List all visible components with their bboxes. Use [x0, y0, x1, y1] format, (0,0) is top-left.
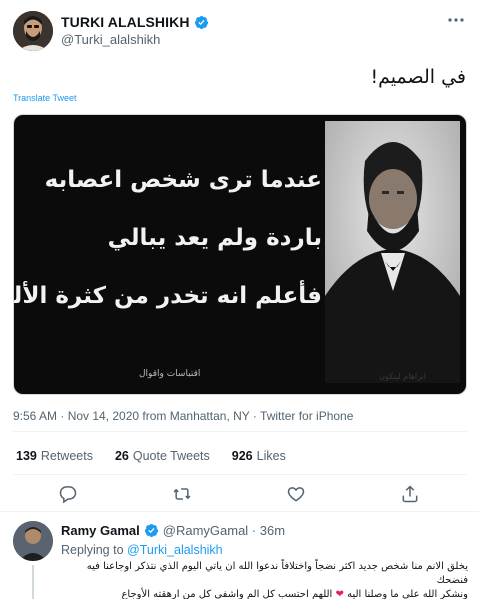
tweet-stats: 139 Retweets 26 Quote Tweets 926 Likes: [16, 449, 286, 463]
reply-text-line: يخلق الانم منا شخص جديد اكثر نضجاً واختل…: [86, 561, 468, 586]
retweet-icon[interactable]: [172, 484, 192, 504]
replying-prefix: Replying to: [61, 543, 124, 557]
divider: [0, 511, 479, 512]
author-avatar[interactable]: [13, 11, 53, 51]
likes-count: 926: [231, 449, 253, 463]
more-icon[interactable]: [446, 10, 466, 30]
image-quote-line: فأعلم انه تخدر من كثرة الألم: [13, 283, 322, 309]
reply-text-line: ونشكر الله علي ما وصلنا اليه ❤ اللهم احت…: [61, 588, 468, 599]
reply-author-name[interactable]: Ramy Gamal: [61, 523, 140, 538]
retweets-count: 139: [16, 449, 37, 463]
tweet-image[interactable]: عندما ترى شخص اعصابه باردة ولم يعد يبالي…: [13, 114, 467, 395]
image-caption-right: ابراهام لينكون: [379, 372, 426, 381]
reply-header: Ramy Gamal @RamyGamal · 36m: [61, 523, 285, 538]
lincoln-portrait: [325, 121, 460, 383]
image-caption-left: اقتباسات واقوال: [139, 369, 201, 379]
quotes-stat[interactable]: 26 Quote Tweets: [115, 449, 210, 463]
retweets-stat[interactable]: 139 Retweets: [16, 449, 93, 463]
quotes-count: 26: [114, 449, 129, 463]
retweets-label: Retweets: [40, 449, 93, 463]
image-quote-line: باردة ولم يعد يبالي: [107, 225, 322, 251]
like-icon[interactable]: [286, 484, 306, 504]
thread-line: [32, 565, 34, 599]
image-quote-line: عندما ترى شخص اعصابه: [44, 167, 322, 193]
likes-stat[interactable]: 926 Likes: [232, 449, 286, 463]
image-quote-text: عندما ترى شخص اعصابه باردة ولم يعد يبالي…: [13, 151, 322, 325]
quotes-label: Quote Tweets: [132, 449, 210, 463]
author-name[interactable]: TURKI ALALSHIKH: [61, 14, 209, 30]
divider: [13, 431, 467, 432]
reply-avatar[interactable]: [13, 521, 53, 561]
replying-to: Replying to @Turki_alalshikh: [61, 543, 223, 557]
reply-text: يخلق الانم منا شخص جديد اكثر نضجاً واختل…: [61, 560, 468, 599]
share-icon[interactable]: [400, 484, 420, 504]
tweet-text: في الصميم!: [370, 66, 466, 88]
verified-icon: [144, 523, 158, 538]
reply-text-part: ونشكر الله علي ما وصلنا اليه: [347, 589, 468, 599]
tweet-actions: [0, 484, 479, 506]
divider: [13, 474, 467, 475]
reply-text-part: اللهم احتسب كل الم واشفي كل من ارهقته ال…: [121, 589, 333, 599]
replying-to-link[interactable]: @Turki_alalshikh: [127, 543, 223, 557]
reply-author-handle[interactable]: @RamyGamal · 36m: [163, 523, 285, 538]
likes-label: Likes: [256, 449, 286, 463]
heart-emoji-icon: ❤: [335, 589, 344, 599]
reply-icon[interactable]: [58, 484, 78, 504]
verified-icon: [194, 15, 208, 29]
tweet-timestamp[interactable]: 9:56 AM · Nov 14, 2020 from Manhattan, N…: [13, 409, 353, 423]
author-name-text[interactable]: TURKI ALALSHIKH: [61, 14, 190, 30]
translate-tweet-link[interactable]: Translate Tweet: [13, 93, 77, 103]
author-handle[interactable]: @Turki_alalshikh: [61, 32, 160, 47]
